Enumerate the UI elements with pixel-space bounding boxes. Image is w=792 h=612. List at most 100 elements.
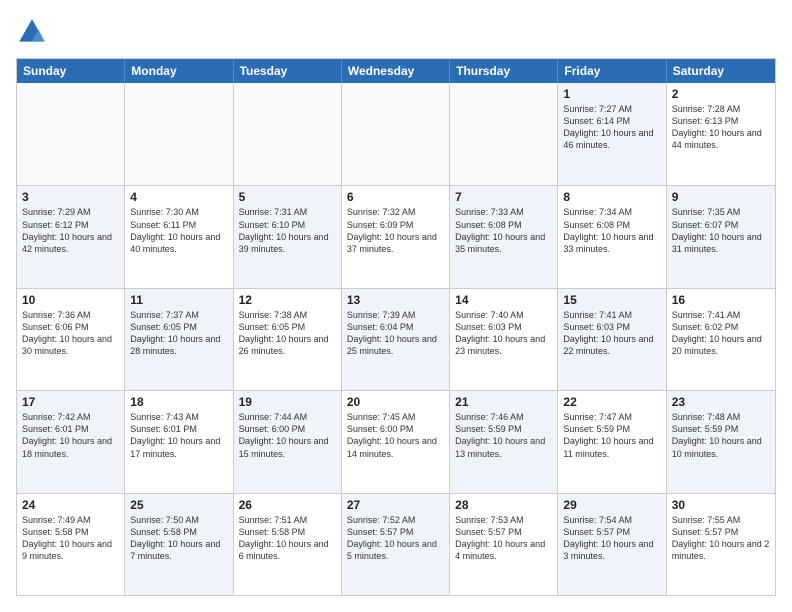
day-cell-30: 30 Sunrise: 7:55 AM Sunset: 5:57 PM Dayli… [667,494,775,595]
day-info: Sunrise: 7:31 AM Sunset: 6:10 PM Dayligh… [239,206,336,255]
day-info: Sunrise: 7:41 AM Sunset: 6:03 PM Dayligh… [563,309,660,358]
header-day-tuesday: Tuesday [234,59,342,83]
day-cell-24: 24 Sunrise: 7:49 AM Sunset: 5:58 PM Dayli… [17,494,125,595]
calendar: SundayMondayTuesdayWednesdayThursdayFrid… [16,58,776,596]
day-cell-4: 4Sunrise: 7:30 AM Sunset: 6:11 PM Daylig… [125,186,233,287]
day-cell-26: 26 Sunrise: 7:51 AM Sunset: 5:58 PM Dayli… [234,494,342,595]
day-number: 19 [239,395,336,409]
day-number: 16 [672,293,770,307]
day-info: Sunrise: 7:51 AM Sunset: 5:58 PM Dayligh… [239,514,336,563]
day-cell-18: 18 Sunrise: 7:43 AM Sunset: 6:01 PM Dayli… [125,391,233,492]
empty-cell [450,83,558,185]
header-day-saturday: Saturday [667,59,775,83]
calendar-row-1: 3 Sunrise: 7:29 AM Sunset: 6:12 PM Daylig… [17,185,775,287]
logo-icon [16,16,48,48]
day-info: Sunrise: 7:54 AM Sunset: 5:57 PM Dayligh… [563,514,660,563]
day-info: Sunrise: 7:53 AM Sunset: 5:57 PM Dayligh… [455,514,552,563]
day-number: 7 [455,190,552,204]
day-info: Sunrise: 7:27 AM Sunset: 6:14 PM Dayligh… [563,103,660,152]
day-info: Sunrise: 7:28 AM Sunset: 6:13 PM Dayligh… [672,103,770,152]
empty-cell [17,83,125,185]
day-info: Sunrise: 7:43 AM Sunset: 6:01 PM Dayligh… [130,411,227,460]
day-info: Sunrise: 7:44 AM Sunset: 6:00 PM Dayligh… [239,411,336,460]
empty-cell [125,83,233,185]
day-cell-3: 3 Sunrise: 7:29 AM Sunset: 6:12 PM Daylig… [17,186,125,287]
header-day-monday: Monday [125,59,233,83]
day-info: Sunrise: 7:47 AM Sunset: 5:59 PM Dayligh… [563,411,660,460]
day-info: Sunrise: 7:50 AM Sunset: 5:58 PM Dayligh… [130,514,227,563]
day-number: 9 [672,190,770,204]
day-number: 28 [455,498,552,512]
header-day-thursday: Thursday [450,59,558,83]
day-cell-8: 8Sunrise: 7:34 AM Sunset: 6:08 PM Daylig… [558,186,666,287]
header-day-friday: Friday [558,59,666,83]
day-number: 22 [563,395,660,409]
day-info: Sunrise: 7:38 AM Sunset: 6:05 PM Dayligh… [239,309,336,358]
calendar-header: SundayMondayTuesdayWednesdayThursdayFrid… [17,59,775,83]
day-info: Sunrise: 7:42 AM Sunset: 6:01 PM Dayligh… [22,411,119,460]
calendar-row-4: 24 Sunrise: 7:49 AM Sunset: 5:58 PM Dayli… [17,493,775,595]
calendar-row-3: 17 Sunrise: 7:42 AM Sunset: 6:01 PM Dayli… [17,390,775,492]
day-cell-12: 12 Sunrise: 7:38 AM Sunset: 6:05 PM Dayli… [234,289,342,390]
day-number: 17 [22,395,119,409]
day-info: Sunrise: 7:55 AM Sunset: 5:57 PM Dayligh… [672,514,770,563]
calendar-row-0: 1 Sunrise: 7:27 AM Sunset: 6:14 PM Daylig… [17,83,775,185]
day-info: Sunrise: 7:37 AM Sunset: 6:05 PM Dayligh… [130,309,227,358]
day-number: 27 [347,498,444,512]
day-info: Sunrise: 7:41 AM Sunset: 6:02 PM Dayligh… [672,309,770,358]
day-number: 12 [239,293,336,307]
day-number: 20 [347,395,444,409]
day-cell-23: 23Sunrise: 7:48 AM Sunset: 5:59 PM Dayli… [667,391,775,492]
day-number: 15 [563,293,660,307]
page: SundayMondayTuesdayWednesdayThursdayFrid… [0,0,792,612]
day-info: Sunrise: 7:32 AM Sunset: 6:09 PM Dayligh… [347,206,444,255]
day-cell-13: 13Sunrise: 7:39 AM Sunset: 6:04 PM Dayli… [342,289,450,390]
day-number: 2 [672,87,770,101]
day-info: Sunrise: 7:40 AM Sunset: 6:03 PM Dayligh… [455,309,552,358]
day-info: Sunrise: 7:49 AM Sunset: 5:58 PM Dayligh… [22,514,119,563]
day-number: 25 [130,498,227,512]
day-cell-29: 29 Sunrise: 7:54 AM Sunset: 5:57 PM Dayli… [558,494,666,595]
day-info: Sunrise: 7:30 AM Sunset: 6:11 PM Dayligh… [130,206,227,255]
day-number: 6 [347,190,444,204]
calendar-row-2: 10Sunrise: 7:36 AM Sunset: 6:06 PM Dayli… [17,288,775,390]
empty-cell [234,83,342,185]
day-cell-28: 28 Sunrise: 7:53 AM Sunset: 5:57 PM Dayli… [450,494,558,595]
day-info: Sunrise: 7:45 AM Sunset: 6:00 PM Dayligh… [347,411,444,460]
day-cell-7: 7 Sunrise: 7:33 AM Sunset: 6:08 PM Daylig… [450,186,558,287]
day-number: 3 [22,190,119,204]
day-number: 30 [672,498,770,512]
day-number: 14 [455,293,552,307]
day-number: 29 [563,498,660,512]
day-cell-27: 27 Sunrise: 7:52 AM Sunset: 5:57 PM Dayli… [342,494,450,595]
day-cell-21: 21Sunrise: 7:46 AM Sunset: 5:59 PM Dayli… [450,391,558,492]
day-cell-10: 10Sunrise: 7:36 AM Sunset: 6:06 PM Dayli… [17,289,125,390]
calendar-body: 1 Sunrise: 7:27 AM Sunset: 6:14 PM Daylig… [17,83,775,595]
day-info: Sunrise: 7:39 AM Sunset: 6:04 PM Dayligh… [347,309,444,358]
day-number: 23 [672,395,770,409]
day-cell-2: 2 Sunrise: 7:28 AM Sunset: 6:13 PM Daylig… [667,83,775,185]
day-cell-16: 16 Sunrise: 7:41 AM Sunset: 6:02 PM Dayli… [667,289,775,390]
day-cell-15: 15 Sunrise: 7:41 AM Sunset: 6:03 PM Dayli… [558,289,666,390]
header-day-wednesday: Wednesday [342,59,450,83]
day-info: Sunrise: 7:46 AM Sunset: 5:59 PM Dayligh… [455,411,552,460]
day-number: 18 [130,395,227,409]
day-number: 26 [239,498,336,512]
day-cell-6: 6 Sunrise: 7:32 AM Sunset: 6:09 PM Daylig… [342,186,450,287]
day-number: 1 [563,87,660,101]
day-number: 11 [130,293,227,307]
day-cell-17: 17 Sunrise: 7:42 AM Sunset: 6:01 PM Dayli… [17,391,125,492]
day-info: Sunrise: 7:29 AM Sunset: 6:12 PM Dayligh… [22,206,119,255]
day-info: Sunrise: 7:34 AM Sunset: 6:08 PM Dayligh… [563,206,660,255]
day-number: 24 [22,498,119,512]
day-info: Sunrise: 7:35 AM Sunset: 6:07 PM Dayligh… [672,206,770,255]
day-info: Sunrise: 7:52 AM Sunset: 5:57 PM Dayligh… [347,514,444,563]
day-info: Sunrise: 7:33 AM Sunset: 6:08 PM Dayligh… [455,206,552,255]
day-cell-5: 5Sunrise: 7:31 AM Sunset: 6:10 PM Daylig… [234,186,342,287]
day-cell-1: 1 Sunrise: 7:27 AM Sunset: 6:14 PM Daylig… [558,83,666,185]
day-number: 10 [22,293,119,307]
day-cell-9: 9 Sunrise: 7:35 AM Sunset: 6:07 PM Daylig… [667,186,775,287]
header [16,16,776,48]
day-cell-25: 25 Sunrise: 7:50 AM Sunset: 5:58 PM Dayli… [125,494,233,595]
empty-cell [342,83,450,185]
